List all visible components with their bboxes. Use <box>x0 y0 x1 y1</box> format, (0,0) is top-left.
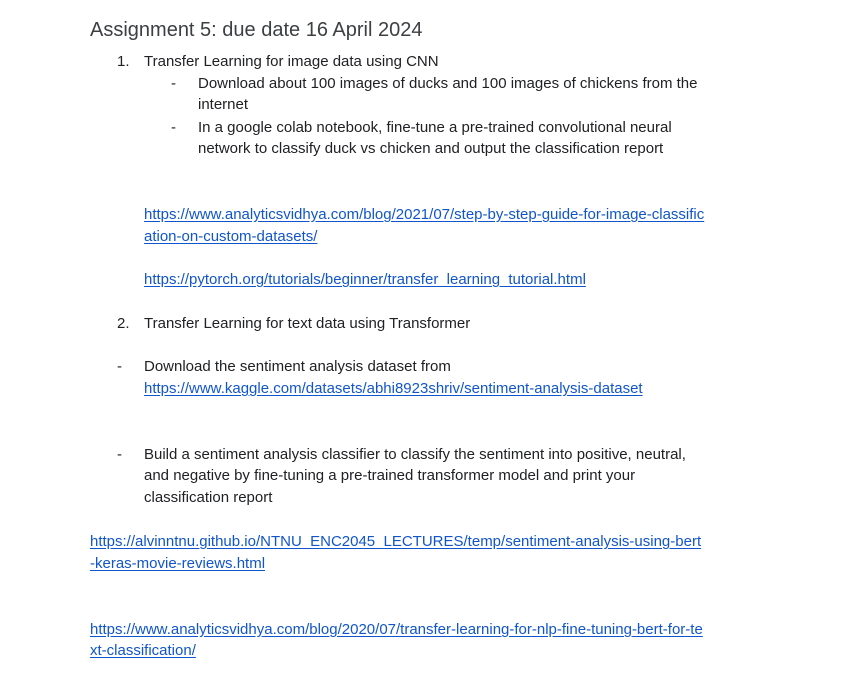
document-page: Assignment 5: due date 16 April 2024 1. … <box>0 0 845 685</box>
task1-bullet2-line1: In a google colab notebook, fine-tune a … <box>198 119 672 136</box>
task1-number: 1. <box>117 53 130 70</box>
task2-bullet2-marker: - <box>117 446 122 463</box>
task2-kaggle-link[interactable]: https://www.kaggle.com/datasets/abhi8923… <box>144 378 643 400</box>
task2-link1-line2[interactable]: -keras-movie-reviews.html <box>90 553 265 575</box>
task1-link1-line1[interactable]: https://www.analyticsvidhya.com/blog/202… <box>144 204 704 226</box>
task1-bullet2-line2: network to classify duck vs chicken and … <box>198 140 664 157</box>
page-title: Assignment 5: due date 16 April 2024 <box>90 19 423 41</box>
task2-link2-line1[interactable]: https://www.analyticsvidhya.com/blog/202… <box>90 619 703 641</box>
task2-number: 2. <box>117 315 130 332</box>
task1-link2[interactable]: https://pytorch.org/tutorials/beginner/t… <box>144 269 586 291</box>
task1-bullet1-line2: internet <box>198 96 249 113</box>
task2-bullet1-text: Download the sentiment analysis dataset … <box>144 358 451 375</box>
task1-link1-line2[interactable]: ation-on-custom-datasets/ <box>144 226 317 248</box>
task1-heading: Transfer Learning for image data using C… <box>144 53 439 70</box>
task2-heading: Transfer Learning for text data using Tr… <box>144 315 471 332</box>
task2-link1-line1[interactable]: https://alvinntnu.github.io/NTNU_ENC2045… <box>90 531 701 553</box>
task1-bullet1-line1: Download about 100 images of ducks and 1… <box>198 75 698 92</box>
task2-link2-line2[interactable]: xt-classification/ <box>90 640 196 662</box>
task2-bullet2-line2: and negative by fine-tuning a pre-traine… <box>144 467 636 484</box>
task2-bullet1-marker: - <box>117 358 122 375</box>
task2-bullet2-line1: Build a sentiment analysis classifier to… <box>144 446 686 463</box>
task2-bullet2-line3: classification report <box>144 489 273 506</box>
task1-bullet2-marker: - <box>171 119 176 136</box>
task1-bullet1-marker: - <box>171 75 176 92</box>
